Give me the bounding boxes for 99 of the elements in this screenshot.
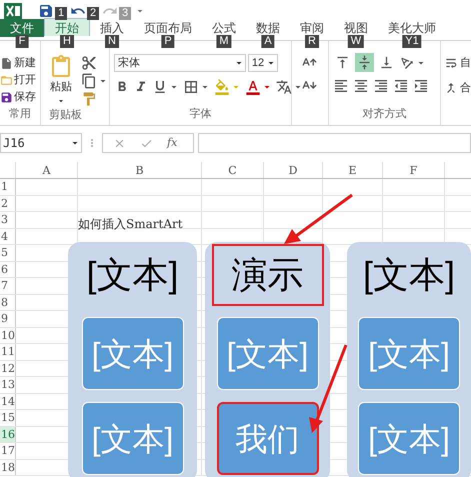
keytip: W	[348, 35, 364, 48]
row-header[interactable]: 11	[0, 344, 16, 360]
font-size-field[interactable]: 12	[248, 54, 278, 72]
row-header[interactable]: 1	[0, 179, 16, 194]
ribbon-tab[interactable]: 美化大师	[378, 19, 446, 37]
paint-bucket-icon	[214, 79, 230, 95]
save-icon	[0, 90, 13, 104]
smartart-box: [文本]	[358, 317, 460, 390]
row-header[interactable]: 15	[0, 410, 16, 426]
cell-text: 如何插入SmartArt	[78, 217, 183, 231]
align-right-button[interactable]	[373, 78, 390, 94]
document-icon	[0, 56, 13, 70]
font-name-field[interactable]: 宋体	[114, 54, 246, 72]
ribbon-tab[interactable]: 插入	[90, 19, 134, 37]
wrap-text-button[interactable]: 自	[444, 55, 471, 72]
row-header[interactable]: 18	[0, 460, 16, 475]
column-header[interactable]: C	[202, 162, 264, 178]
row-header[interactable]: 3	[0, 212, 16, 228]
row-header[interactable]: 13	[0, 377, 16, 392]
group-label: 剪贴板	[48, 108, 83, 123]
keytip: H	[60, 35, 74, 48]
save-icon	[38, 3, 54, 19]
row-header[interactable]: 4	[0, 228, 16, 244]
smartart-box: [文本]	[216, 317, 318, 390]
group-label: 常用	[8, 106, 32, 122]
smartart-box: [文本]	[358, 402, 460, 475]
row-header[interactable]: 14	[0, 394, 16, 409]
shape-text: [文本]	[85, 253, 180, 297]
smartart-box: [文本]	[82, 317, 184, 390]
keytip: 3	[119, 7, 132, 20]
row-header[interactable]: 10	[0, 328, 16, 343]
row-header[interactable]: 12	[0, 360, 16, 376]
ribbon-tab[interactable]: 开始	[44, 18, 90, 36]
ribbon-tab[interactable]: 视图	[334, 19, 378, 37]
arrow	[284, 194, 353, 244]
copy-icon	[80, 73, 97, 89]
keytip: F	[16, 35, 28, 48]
vertical-align-button[interactable]	[355, 53, 374, 72]
decrease-indent-button[interactable]	[393, 78, 410, 94]
keytip: 1	[55, 7, 68, 20]
group-label: 字体	[188, 106, 212, 122]
smartart-box: 我们	[216, 402, 318, 475]
highlighted-shape-text: 演示	[212, 244, 324, 306]
app-logo-icon	[4, 3, 22, 19]
ribbon-tab[interactable]: 文件	[0, 19, 44, 37]
translate-icon	[276, 79, 292, 95]
keytip: Y1	[402, 35, 422, 48]
keytip: P	[161, 35, 175, 48]
keytip: R	[305, 35, 319, 48]
save-button[interactable]: 保存	[0, 88, 40, 106]
row-header[interactable]: 9	[0, 311, 16, 326]
font-color-icon	[244, 79, 261, 95]
new-button[interactable]: 新建	[0, 55, 40, 72]
ribbon-tab[interactable]: 数据	[246, 19, 290, 37]
merge-button[interactable]: 合	[444, 80, 471, 96]
column-header[interactable]: F	[383, 162, 445, 178]
align-middle-icon	[357, 55, 372, 70]
align-left-icon	[333, 78, 350, 94]
align-top-icon	[335, 55, 350, 70]
paintbrush-icon	[80, 91, 97, 107]
scissors-icon	[80, 55, 97, 71]
wrap-icon	[444, 56, 458, 70]
align-right-icon	[373, 78, 390, 94]
open-button[interactable]: 打开	[0, 72, 40, 89]
align-left-button[interactable]	[333, 78, 350, 94]
keytip: N	[105, 35, 119, 48]
name-box[interactable]: J16	[0, 133, 82, 153]
column-header[interactable]: D	[264, 162, 323, 178]
row-header[interactable]: 7	[0, 278, 16, 294]
indent-icon	[413, 78, 430, 94]
outdent-icon	[393, 78, 410, 94]
group-label: 对齐方式	[362, 106, 408, 122]
column-header[interactable]: E	[323, 162, 383, 178]
borders-icon	[182, 79, 199, 95]
align-center-button[interactable]	[353, 78, 370, 94]
save-button[interactable]	[38, 3, 54, 19]
ribbon-tab[interactable]: 页面布局	[134, 19, 202, 37]
smartart-box: [文本]	[82, 402, 184, 475]
align-bottom-icon	[379, 55, 394, 70]
keytip: M	[216, 35, 232, 48]
insert-function-button[interactable]: fx	[167, 134, 178, 152]
folder-icon	[0, 74, 13, 87]
row-header[interactable]: 16	[0, 426, 16, 442]
column-header[interactable]: B	[78, 162, 202, 178]
formula-input[interactable]	[198, 133, 471, 153]
keytip: A	[261, 35, 275, 48]
shape-text: [文本]	[362, 253, 456, 297]
row-header[interactable]: 6	[0, 262, 16, 277]
row-header[interactable]: 17	[0, 443, 16, 458]
increase-indent-button[interactable]	[413, 78, 430, 94]
paste-button[interactable]: 粘贴	[48, 55, 73, 107]
column-header[interactable]: A	[16, 162, 78, 178]
ribbon-tab[interactable]: 公式	[202, 19, 246, 37]
keytip: 2	[87, 7, 100, 20]
row-header[interactable]: 8	[0, 294, 16, 310]
row-header[interactable]: 5	[0, 245, 16, 260]
row-header[interactable]: 2	[0, 196, 16, 211]
align-center-icon	[353, 78, 370, 94]
ribbon-tab[interactable]: 审阅	[290, 19, 334, 37]
